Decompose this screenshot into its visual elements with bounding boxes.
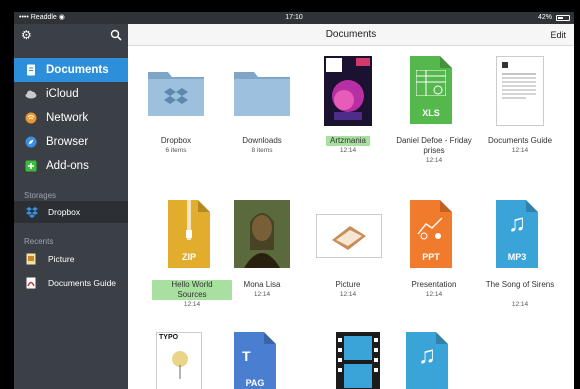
sidebar-item-label: Documents Guide bbox=[48, 278, 117, 288]
page-fold bbox=[440, 56, 452, 68]
item-name: Hello World Sources bbox=[152, 280, 232, 300]
pages-file-icon: T PAG bbox=[234, 332, 276, 389]
item-name: Daniel Defoe - Friday prises bbox=[396, 136, 472, 155]
text-t-icon: T bbox=[242, 348, 251, 364]
item-meta: 12:14 bbox=[511, 147, 529, 154]
item-name: Dropbox bbox=[160, 136, 192, 145]
image-file-icon bbox=[26, 253, 36, 265]
item-meta: 12:14 bbox=[183, 301, 201, 308]
painting-thumbnail bbox=[234, 200, 290, 268]
sidebar-item-documents[interactable]: Documents bbox=[14, 58, 128, 82]
recent-item-documents-guide[interactable]: Documents Guide bbox=[14, 272, 128, 294]
file-type-label: PPT bbox=[422, 252, 440, 262]
item-meta: 12:14 bbox=[253, 291, 271, 298]
sidebar-item-label: Network bbox=[46, 112, 89, 124]
status-bar: •••• Readdle ◉ 17:10 42% bbox=[14, 12, 574, 24]
item-name: Downloads bbox=[242, 136, 282, 145]
document-icon bbox=[27, 64, 35, 76]
item-name: Presentation bbox=[411, 280, 457, 289]
item-name: Picture bbox=[335, 280, 361, 289]
edit-button[interactable]: Edit bbox=[550, 24, 566, 46]
sidebar-item-icloud[interactable]: iCloud bbox=[14, 82, 128, 106]
zip-file-icon: ZIP bbox=[168, 200, 210, 268]
page-fold bbox=[264, 332, 276, 344]
sidebar-item-network[interactable]: Network bbox=[14, 106, 128, 130]
device-frame: •••• Readdle ◉ 17:10 42% ⚙ Documents iCl… bbox=[0, 0, 580, 389]
zipper-graphic bbox=[186, 200, 192, 240]
music-note-icon: ♫ bbox=[418, 342, 436, 369]
file-type-label: XLS bbox=[422, 108, 440, 118]
spreadsheet-graphic bbox=[416, 70, 446, 96]
page-fold bbox=[440, 200, 452, 212]
presentation-graphic bbox=[417, 217, 443, 240]
sidebar-item-addons[interactable]: Add-ons bbox=[14, 154, 128, 178]
magazine-thumbnail: TYPO bbox=[156, 332, 202, 389]
battery-icon bbox=[556, 15, 570, 21]
ppt-file-icon: PPT bbox=[410, 200, 452, 268]
sidebar-item-label: Documents bbox=[46, 64, 109, 76]
page-fold bbox=[198, 200, 210, 212]
folder-icon bbox=[234, 72, 290, 116]
recent-item-picture[interactable]: Picture bbox=[14, 248, 128, 270]
poster-thumbnail bbox=[324, 56, 372, 126]
item-meta: 6 items bbox=[165, 147, 187, 154]
pdf-file-icon bbox=[26, 277, 36, 289]
item-name: The Song of Sirens bbox=[485, 280, 555, 289]
plus-icon bbox=[25, 160, 37, 172]
sidebar-item-label: Picture bbox=[48, 254, 75, 264]
page-title: Documents bbox=[325, 29, 377, 40]
item-name: Documents Guide bbox=[487, 136, 553, 145]
gear-icon[interactable]: ⚙ bbox=[21, 29, 32, 41]
flower-graphic bbox=[172, 351, 188, 379]
document-thumbnail bbox=[496, 56, 544, 126]
tag-label: Hello World Sources bbox=[152, 280, 232, 300]
compass-icon bbox=[25, 136, 37, 148]
item-meta: 12:14 bbox=[339, 147, 357, 154]
folder-icon bbox=[148, 72, 204, 116]
sidebar-header: ⚙ bbox=[14, 24, 128, 46]
sidebar-item-label: iCloud bbox=[46, 88, 79, 100]
main-panel: Documents Edit Dropbox 6 items Downloads… bbox=[128, 24, 574, 389]
picture-thumbnail bbox=[316, 214, 382, 258]
sidebar-item-browser[interactable]: Browser bbox=[14, 130, 128, 154]
file-type-label: PAG bbox=[245, 378, 265, 388]
audio-file-icon: ♫ bbox=[406, 332, 448, 389]
item-meta: 12:14 bbox=[511, 301, 529, 308]
item-meta: 12:14 bbox=[339, 291, 357, 298]
item-meta: 12:14 bbox=[425, 291, 443, 298]
film-strip-icon bbox=[336, 332, 380, 389]
item-meta: 8 items bbox=[251, 147, 273, 154]
music-note-icon: ♫ bbox=[508, 210, 526, 237]
item-meta: 12:14 bbox=[425, 157, 443, 164]
cloud-icon bbox=[25, 90, 37, 99]
xls-file-icon: XLS bbox=[410, 56, 452, 124]
magazine-title: TYPO bbox=[159, 334, 179, 341]
battery-percent: 42% bbox=[537, 14, 552, 21]
item-name: Mona Lisa bbox=[243, 280, 281, 289]
file-type-label: ZIP bbox=[181, 252, 196, 262]
sidebar: ⚙ Documents iCloud Network Browser Add-o… bbox=[14, 24, 128, 389]
item-name: Artzmania bbox=[308, 136, 388, 146]
sidebar-item-dropbox[interactable]: Dropbox bbox=[14, 201, 128, 223]
sidebar-item-label: Dropbox bbox=[48, 207, 81, 217]
screen: •••• Readdle ◉ 17:10 42% ⚙ Documents iCl… bbox=[14, 12, 574, 389]
recents-header: Recents bbox=[24, 237, 54, 246]
storages-header: Storages bbox=[24, 191, 57, 200]
network-icon bbox=[25, 112, 37, 124]
top-bar: Documents Edit bbox=[128, 24, 574, 46]
search-icon[interactable] bbox=[110, 29, 122, 41]
sidebar-item-label: Add-ons bbox=[46, 160, 89, 172]
tag-label: Artzmania bbox=[325, 136, 370, 146]
sidebar-item-label: Browser bbox=[46, 136, 89, 148]
mp3-file-icon: ♫ MP3 bbox=[496, 200, 538, 268]
file-type-label: MP3 bbox=[507, 252, 527, 262]
dropbox-icon bbox=[26, 207, 38, 218]
status-time: 17:10 bbox=[285, 14, 303, 21]
